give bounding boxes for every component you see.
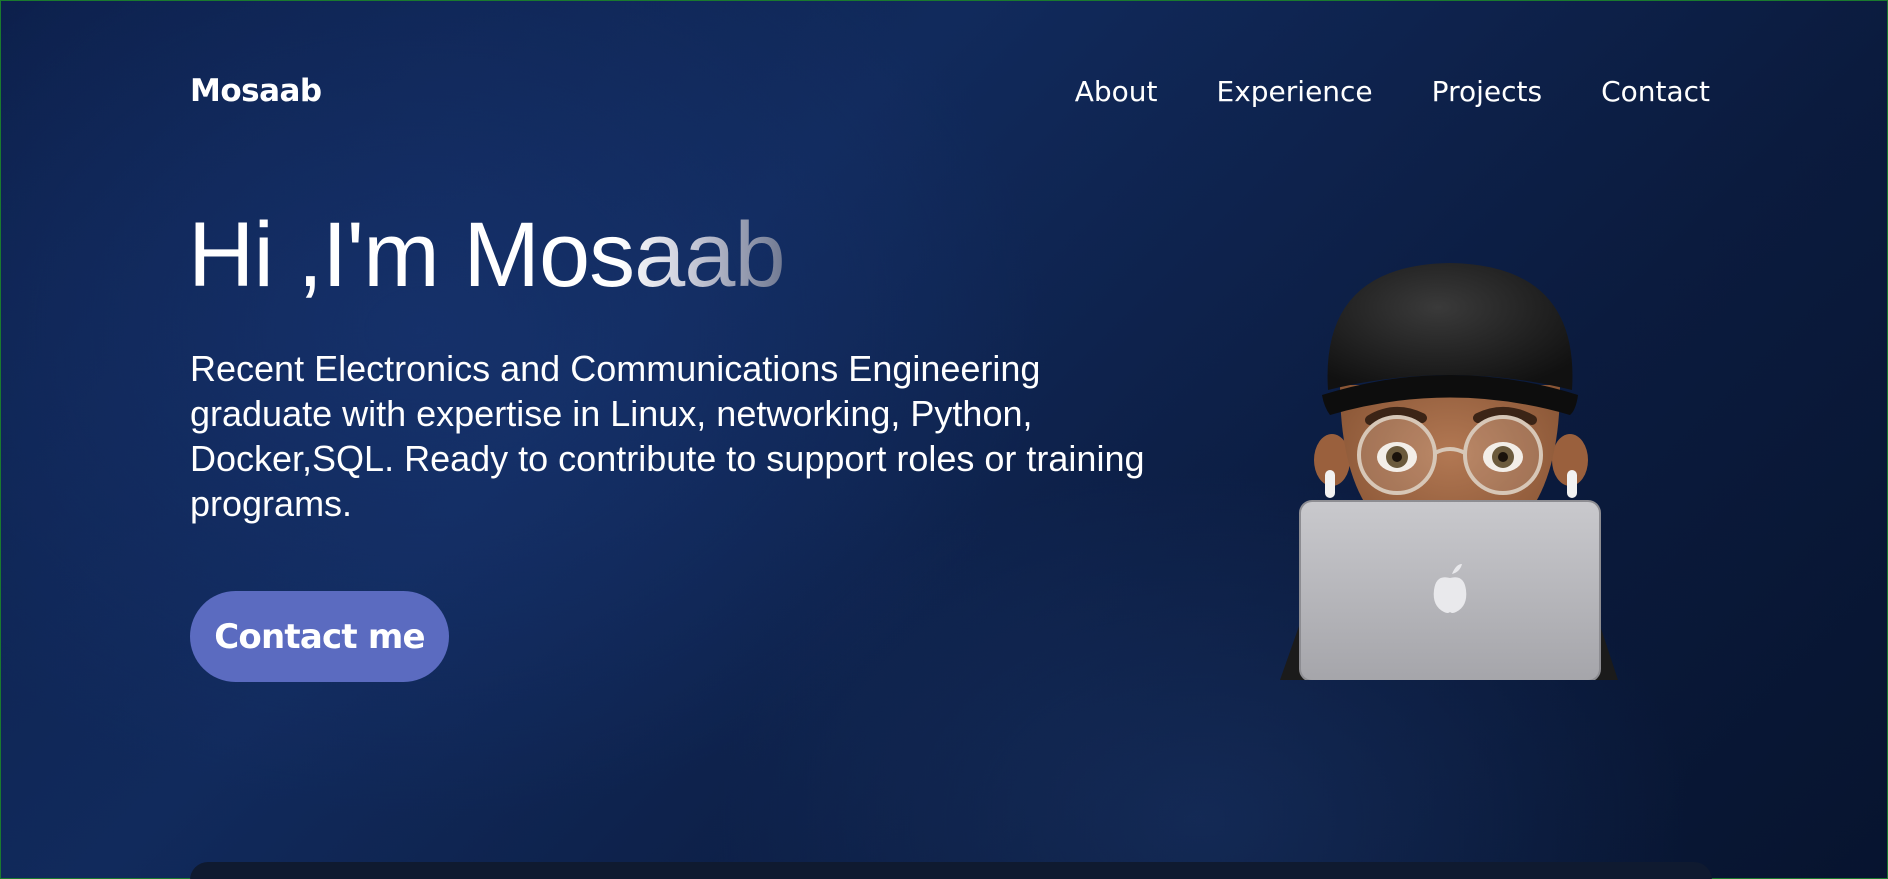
content-card xyxy=(190,862,1712,879)
contact-me-button[interactable]: Contact me xyxy=(190,591,449,682)
memoji-avatar-icon xyxy=(1280,263,1618,680)
hero-description: Recent Electronics and Communications En… xyxy=(190,348,1145,524)
nav-links: About Experience Projects Contact xyxy=(1016,75,1710,108)
nav-link-about[interactable]: About xyxy=(1075,75,1158,108)
top-navbar: Mosaab About Experience Projects Contact xyxy=(190,66,1710,116)
hero-title: Hi ,I'm Mosaab xyxy=(188,200,786,310)
nav-link-contact[interactable]: Contact xyxy=(1601,75,1710,108)
nav-link-experience[interactable]: Experience xyxy=(1217,75,1373,108)
site-logo[interactable]: Mosaab xyxy=(190,73,322,109)
nav-link-projects[interactable]: Projects xyxy=(1432,75,1542,108)
